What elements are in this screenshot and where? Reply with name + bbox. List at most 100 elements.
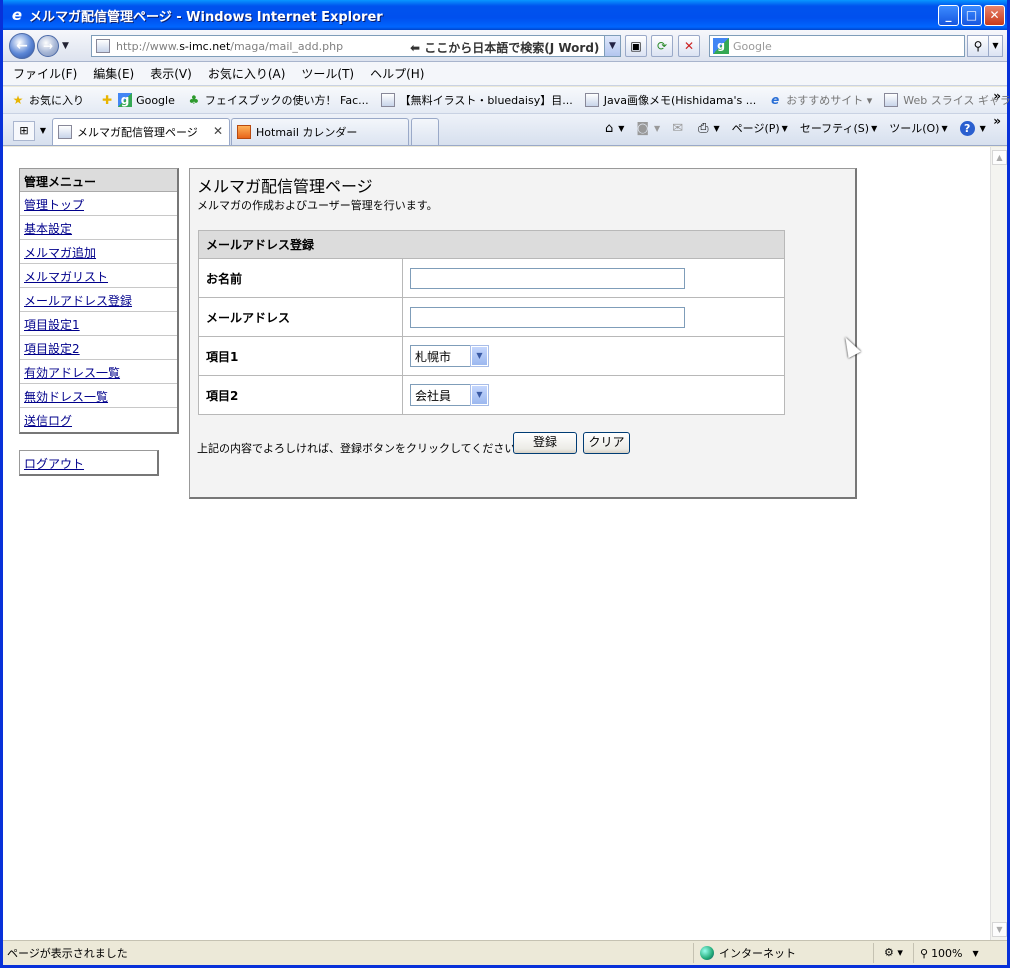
maximize-button[interactable]: □	[961, 5, 982, 26]
side-menu-link[interactable]: 無効ドレス一覧	[24, 390, 108, 404]
zoom-control[interactable]: ⚲ 100% ▼	[913, 943, 979, 963]
name-field[interactable]	[410, 267, 685, 289]
menu-edit[interactable]: 編集(E)	[93, 65, 134, 82]
page-title: メルマガ配信管理ページ	[197, 177, 373, 196]
side-menu-item-newsletter-list: メルマガリスト	[20, 264, 177, 288]
status-text: ページが表示されました	[7, 947, 128, 960]
tab-list-dropdown-icon[interactable]: ▼	[37, 121, 49, 141]
home-button[interactable]: ⌂ ▼	[605, 121, 624, 136]
side-menu-link[interactable]: 送信ログ	[24, 414, 72, 428]
item1-select[interactable]: 札幌市 ▼	[410, 345, 489, 367]
globe-icon	[700, 946, 714, 960]
menu-favorites[interactable]: お気に入り(A)	[208, 65, 286, 82]
help-button[interactable]: ? ▼	[959, 120, 986, 136]
safety-menu-label: セーフティ(S)	[799, 122, 870, 135]
item2-select[interactable]: 会社員 ▼	[410, 384, 489, 406]
favorite-link-bluedaisy[interactable]: 【無料イラスト・bluedaisy】目...	[380, 92, 573, 108]
vertical-scrollbar[interactable]: ▲ ▼	[990, 147, 1007, 940]
safety-menu-button[interactable]: セーフティ(S) ▼	[800, 120, 877, 136]
admin-side-menu: 管理メニュー 管理トップ 基本設定 メルマガ追加 メルマガリスト メールアドレス…	[19, 168, 179, 434]
address-bar: ← → ▼ http://www.s-imc.net/maga/mail_add…	[3, 30, 1007, 62]
history-dropdown-icon[interactable]: ▼	[62, 41, 74, 51]
compatibility-view-button[interactable]: ▣	[625, 35, 647, 57]
side-menu-item-invalid-addresses: 無効ドレス一覧	[20, 384, 177, 408]
form-row-name: お名前	[198, 258, 785, 298]
menu-tools[interactable]: ツール(T)	[301, 65, 354, 82]
close-button[interactable]: ✕	[984, 5, 1005, 26]
feeds-button[interactable]: ◙ ▼	[636, 121, 660, 136]
side-menu-link[interactable]: 基本設定	[24, 222, 72, 236]
scroll-up-icon[interactable]: ▲	[992, 150, 1007, 165]
side-menu-link[interactable]: メールアドレス登録	[24, 294, 132, 308]
read-mail-button[interactable]: ✉	[672, 121, 686, 136]
form-caption-row: メールアドレス登録	[198, 230, 785, 259]
favorite-link-google[interactable]: g Google	[118, 93, 175, 107]
item2-label: 項目2	[198, 375, 403, 415]
side-menu-link[interactable]: メルマガ追加	[24, 246, 96, 260]
side-menu-item-register-email: メールアドレス登録	[20, 288, 177, 312]
new-tab-button[interactable]	[411, 118, 439, 145]
print-icon: ⎙	[698, 120, 709, 136]
item2-cell: 会社員 ▼	[402, 375, 785, 415]
tab-mailmag-admin[interactable]: メルマガ配信管理ページ ✕	[52, 118, 230, 145]
logout-link[interactable]: ログアウト	[24, 457, 84, 471]
side-menu-link[interactable]: 項目設定2	[24, 342, 80, 356]
main-panel: メルマガ配信管理ページ メルマガの作成およびユーザー管理を行います。 メールアド…	[189, 168, 857, 499]
form-row-item1: 項目1 札幌市 ▼	[198, 336, 785, 376]
print-button[interactable]: ⎙ ▼	[698, 121, 720, 136]
jword-search-hint: ⬅ ここから日本語で検索(J Word)	[410, 41, 600, 55]
favorite-label: 【無料イラスト・bluedaisy】目...	[399, 94, 573, 107]
security-zone[interactable]: インターネット	[693, 943, 873, 963]
chevron-down-icon[interactable]: ▼	[470, 384, 489, 406]
command-bar: ⌂ ▼ ◙ ▼ ✉ ⎙ ▼ ページ(P) ▼ セーフティ(S) ▼ ツール(O) ▼ ? ▼	[605, 120, 998, 136]
tab-hotmail-calendar[interactable]: Hotmail カレンダー	[231, 118, 409, 145]
tab-label: メルマガ配信管理ページ	[77, 126, 198, 139]
favorite-link-java-memo[interactable]: Java画像メモ(Hishidama's ...	[584, 92, 756, 108]
stop-icon[interactable]: ✕	[678, 35, 700, 57]
favorite-label: Google	[136, 93, 175, 107]
web-slice-gallery-button[interactable]: Web スライス ギャラリー ▾	[884, 92, 1010, 108]
back-button[interactable]: ←	[9, 32, 35, 59]
side-menu-link[interactable]: メルマガリスト	[24, 270, 108, 284]
ie-page-icon	[884, 93, 899, 107]
zoom-dropdown-icon[interactable]: ▼	[973, 949, 979, 958]
side-menu-link[interactable]: 有効アドレス一覧	[24, 366, 120, 380]
menu-help[interactable]: ヘルプ(H)	[370, 65, 424, 82]
favorites-button[interactable]: ★ お気に入り	[11, 92, 84, 108]
email-field[interactable]	[410, 306, 685, 328]
side-menu-link[interactable]: 項目設定1	[24, 318, 80, 332]
browser-window: e メルマガ配信管理ページ - Windows Internet Explore…	[0, 0, 1010, 968]
scroll-down-icon[interactable]: ▼	[992, 922, 1007, 937]
quick-tabs-icon[interactable]: ⊞	[13, 121, 35, 141]
favorite-link-facebook-guide[interactable]: ♣ フェイスブックの使い方！ Fac...	[187, 92, 369, 108]
forward-button[interactable]: →	[37, 34, 59, 57]
search-icon[interactable]: ⚲	[967, 35, 989, 57]
refresh-icon[interactable]: ⟳	[651, 35, 673, 57]
register-button[interactable]: 登録	[513, 432, 577, 454]
protected-mode-icon[interactable]: ⚙ ▾	[873, 943, 913, 963]
favorite-label: フェイスブックの使い方！ Fac...	[204, 94, 369, 107]
tools-menu-button[interactable]: ツール(O) ▼	[889, 120, 947, 136]
close-tab-icon[interactable]: ✕	[213, 124, 223, 138]
clear-button[interactable]: クリア	[583, 432, 630, 454]
side-menu-link[interactable]: 管理トップ	[24, 198, 84, 212]
page-description: メルマガの作成およびユーザー管理を行います。	[197, 199, 438, 212]
tab-label: Hotmail カレンダー	[256, 126, 358, 139]
clover-icon: ♣	[188, 93, 200, 107]
menu-view[interactable]: 表示(V)	[150, 65, 192, 82]
search-input[interactable]: g Google	[709, 35, 965, 57]
search-options-dropdown-icon[interactable]: ▼	[989, 35, 1003, 57]
add-favorite-icon[interactable]: ✚	[102, 93, 112, 107]
page-icon	[96, 39, 110, 53]
suggested-sites-button[interactable]: e おすすめサイト ▾	[768, 92, 872, 108]
url-dropdown-icon[interactable]: ▼	[604, 36, 620, 56]
menu-file[interactable]: ファイル(F)	[13, 65, 77, 82]
page-menu-button[interactable]: ページ(P) ▼	[732, 120, 788, 136]
minimize-button[interactable]: _	[938, 5, 959, 26]
item1-label: 項目1	[198, 336, 403, 376]
favorites-overflow-icon[interactable]: »	[993, 89, 1001, 103]
google-icon: g	[118, 93, 133, 107]
chevron-down-icon[interactable]: ▼	[470, 345, 489, 367]
url-input[interactable]: http://www.s-imc.net/maga/mail_add.php ⬅…	[91, 35, 621, 57]
command-overflow-icon[interactable]: »	[993, 114, 1001, 128]
